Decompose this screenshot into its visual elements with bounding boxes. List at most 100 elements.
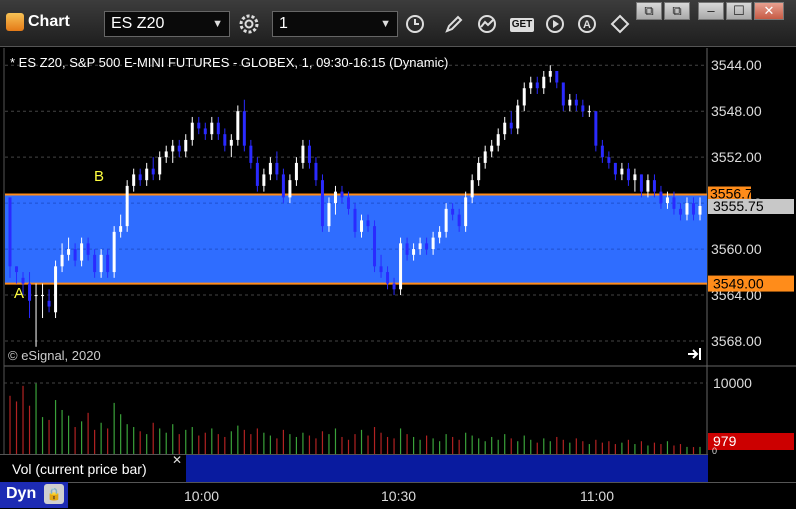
level-low-label: 3549.00 [713,276,764,292]
candle-body [86,243,90,255]
candle-body [268,162,272,175]
time-tick: 11:00 [580,488,614,504]
pencil-icon[interactable] [440,11,468,37]
chart-window: Chart ES Z20 ▼ 1 ▼ GET A ⧉ ⧉ – ☐ ✕ 3568.… [0,0,796,509]
candle-body [379,266,383,273]
candle-body [158,157,162,175]
candle-body [28,283,32,301]
candle-body [164,151,168,158]
candle-body [626,168,630,181]
volume-scale-label: 10000 [713,375,752,391]
candle-body [171,145,175,152]
minimize-icon[interactable]: – [698,2,724,20]
candle-body [522,88,526,106]
time-tick: 10:30 [381,488,417,504]
clock-icon[interactable] [401,11,429,37]
candle-body [21,277,25,284]
symbol-combobox[interactable]: ES Z20 ▼ [104,11,230,37]
close-icon[interactable]: ✕ [172,453,182,467]
candle-body [249,145,253,163]
candle-body [477,162,481,181]
candle-body [451,208,455,215]
restore-icon[interactable]: ⧉ [636,2,662,20]
candle-body [509,122,513,129]
candle-body [236,111,240,140]
candle-body [216,122,220,135]
last-price-tag: 3555.75 [708,198,794,214]
lock-icon[interactable]: 🔒 [44,484,64,504]
marker-a: A [14,285,24,302]
candle-body [496,134,500,146]
sync-icon[interactable] [606,11,634,37]
price-tick-label: 3568.00 [711,333,762,349]
candle-body [307,145,311,163]
candle-body [320,180,324,227]
candle-body [106,254,110,273]
candle-body [41,295,45,297]
volume-bars [9,383,701,454]
time-axis: 10:00 10:30 11:00 [0,482,796,509]
candle-body [535,82,539,89]
candle-body [99,254,103,273]
dynamic-mode-button[interactable]: Dyn 🔒 [0,482,68,508]
candle-body [145,168,149,181]
chevron-down-icon[interactable]: ▼ [380,12,391,36]
chart-app-icon [6,13,24,31]
maximize-icon[interactable]: ☐ [726,2,752,20]
candle-body [360,220,364,232]
candle-body [340,191,344,198]
candle-body [177,145,181,152]
candle-body [67,249,71,255]
candle-body [457,214,461,227]
price-chart[interactable]: 3568.003564.003560.003556.003552.003548.… [0,46,796,462]
candle-body [47,300,51,307]
get-icon[interactable]: GET [506,11,538,37]
candle-body [639,174,643,192]
candle-body [561,82,565,106]
candle-body [600,145,604,158]
dynamic-label: Dyn [6,485,37,502]
candle-body [288,180,292,198]
toolbar: Chart ES Z20 ▼ 1 ▼ GET A ⧉ ⧉ – ☐ ✕ [0,0,796,47]
candle-body [54,266,58,313]
candle-body [503,122,507,135]
candle-body [698,206,702,215]
interval-combobox[interactable]: 1 ▼ [272,11,398,37]
line-icon[interactable] [473,11,501,37]
volume-study-label[interactable]: Vol (current price bar) ✕ [0,453,187,483]
play-icon[interactable] [541,11,569,37]
candle-body [93,254,97,273]
candle-body [60,254,64,267]
price-tick-label: 3560.00 [711,241,762,257]
candle-body [366,220,370,227]
candle-body [373,226,377,267]
candle-body [620,168,624,175]
candle-body [633,174,637,181]
candle-body [607,157,611,163]
chevron-down-icon[interactable]: ▼ [212,12,223,36]
candle-body [190,122,194,140]
price-zone [5,194,707,284]
candle-body [444,208,448,232]
candle-body [15,266,19,273]
candle-body [529,82,533,89]
gear-icon[interactable] [235,11,263,37]
price-tick-label: 3544.00 [711,57,762,73]
volume-zero-label: 0 [712,446,717,456]
restore-icon[interactable]: ⧉ [664,2,690,20]
candle-body [685,203,689,215]
candle-body [262,174,266,186]
get-label: GET [509,18,535,33]
marker-b: B [94,168,104,185]
a-label: A [583,19,591,31]
candle-body [203,128,207,135]
candle-body [242,111,246,146]
candle-body [542,76,546,89]
candle-body [425,243,429,250]
candle-body [80,243,84,261]
candle-body [418,243,422,250]
candle-body [438,231,442,238]
a-icon[interactable]: A [573,11,601,37]
close-icon[interactable]: ✕ [754,2,784,20]
candle-body [255,162,259,186]
